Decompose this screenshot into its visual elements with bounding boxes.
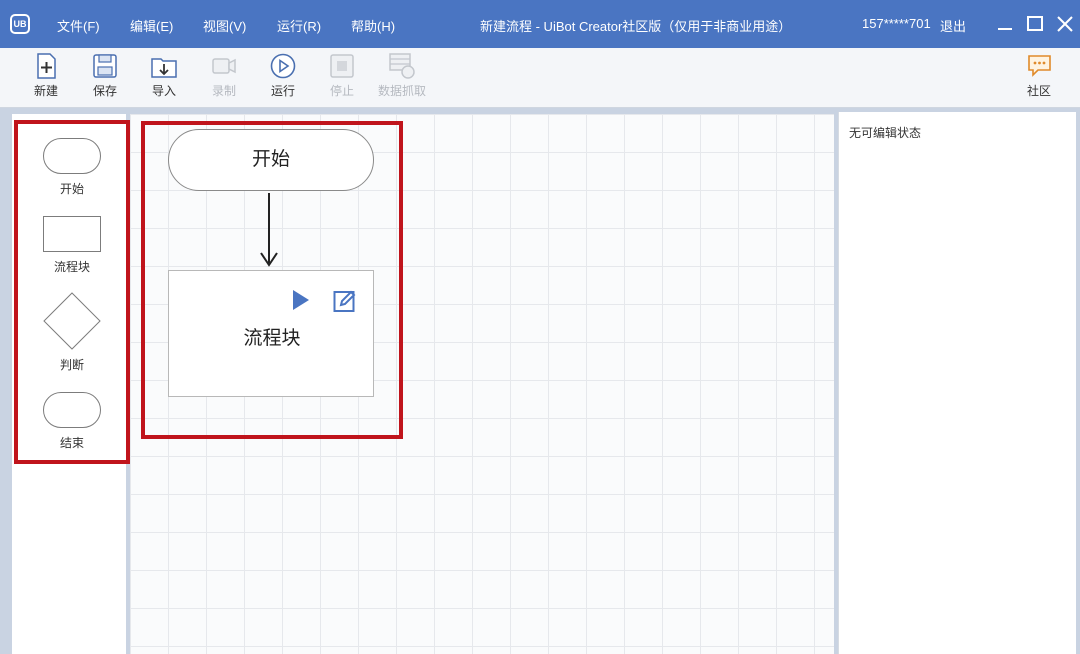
new-button[interactable]: 新建: [21, 52, 71, 106]
flow-arrow: [260, 193, 278, 267]
block-shape: [43, 216, 101, 252]
properties-panel: 无可编辑状态: [838, 112, 1076, 654]
data-scrape-button[interactable]: 数据抓取: [372, 52, 432, 106]
menu-view[interactable]: 视图(V): [203, 16, 246, 35]
import-icon: [151, 58, 177, 78]
palette-decision-label: 判断: [59, 358, 84, 372]
close-button[interactable]: [1052, 10, 1078, 38]
community-button[interactable]: 社区: [1014, 52, 1064, 106]
account-label: 157*****701: [862, 16, 931, 31]
record-icon: [212, 58, 236, 74]
record-label: 录制: [211, 84, 236, 98]
stop-label: 停止: [329, 84, 354, 98]
import-button[interactable]: 导入: [139, 52, 189, 106]
palette-item-start[interactable]: 开始: [34, 138, 110, 197]
palette-item-block[interactable]: 流程块: [34, 216, 110, 275]
menu-edit[interactable]: 编辑(E): [130, 16, 173, 35]
new-label: 新建: [33, 84, 58, 98]
app-logo-icon: UB: [10, 14, 30, 34]
stop-icon: [330, 54, 354, 78]
save-icon: [93, 54, 117, 78]
run-label: 运行: [270, 84, 295, 98]
palette-end-label: 结束: [59, 436, 84, 450]
minimize-icon: [998, 28, 1012, 30]
window-title: 新建流程 - UiBot Creator社区版（仅用于非商业用途）: [480, 19, 792, 34]
new-file-icon: [37, 53, 56, 79]
close-icon: [1057, 16, 1073, 32]
flow-block-title: 流程块: [243, 328, 301, 349]
toolbar: 新建 保存 导入 录制 运行 停止 数据抓取 社区: [0, 48, 1080, 108]
menu-file[interactable]: 文件(F): [57, 16, 100, 35]
record-button[interactable]: 录制: [199, 52, 249, 106]
decision-diamond-shape: [43, 292, 101, 350]
run-block-icon[interactable]: [291, 289, 311, 311]
start-node[interactable]: 开始: [168, 129, 374, 191]
title-bar: UB 文件(F) 编辑(E) 视图(V) 运行(R) 帮助(H) 新建流程 - …: [0, 0, 1080, 48]
palette-item-end[interactable]: 结束: [34, 392, 110, 451]
start-shape: [43, 138, 101, 174]
community-label: 社区: [1026, 84, 1051, 98]
end-shape: [43, 392, 101, 428]
flow-block-node[interactable]: 流程块: [168, 270, 374, 397]
save-label: 保存: [92, 84, 117, 98]
menu-run[interactable]: 运行(R): [277, 16, 321, 35]
maximize-icon: [1027, 16, 1043, 31]
run-icon: [270, 53, 296, 79]
menu-help[interactable]: 帮助(H): [351, 16, 395, 35]
palette-start-label: 开始: [59, 182, 84, 196]
maximize-button[interactable]: [1022, 10, 1048, 38]
stop-button[interactable]: 停止: [317, 52, 367, 106]
palette-block-label: 流程块: [53, 260, 90, 274]
data-scrape-icon: [389, 53, 415, 79]
properties-status-text: 无可编辑状态: [849, 126, 922, 140]
data-scrape-label: 数据抓取: [377, 84, 426, 98]
run-button[interactable]: 运行: [258, 52, 308, 106]
import-label: 导入: [151, 84, 176, 98]
minimize-button[interactable]: [992, 10, 1018, 38]
community-chat-icon: [1028, 55, 1051, 77]
edit-block-icon[interactable]: [333, 289, 357, 313]
palette-item-decision[interactable]: 判断: [34, 292, 110, 373]
logout-link[interactable]: 退出: [940, 16, 966, 35]
save-button[interactable]: 保存: [80, 52, 130, 106]
